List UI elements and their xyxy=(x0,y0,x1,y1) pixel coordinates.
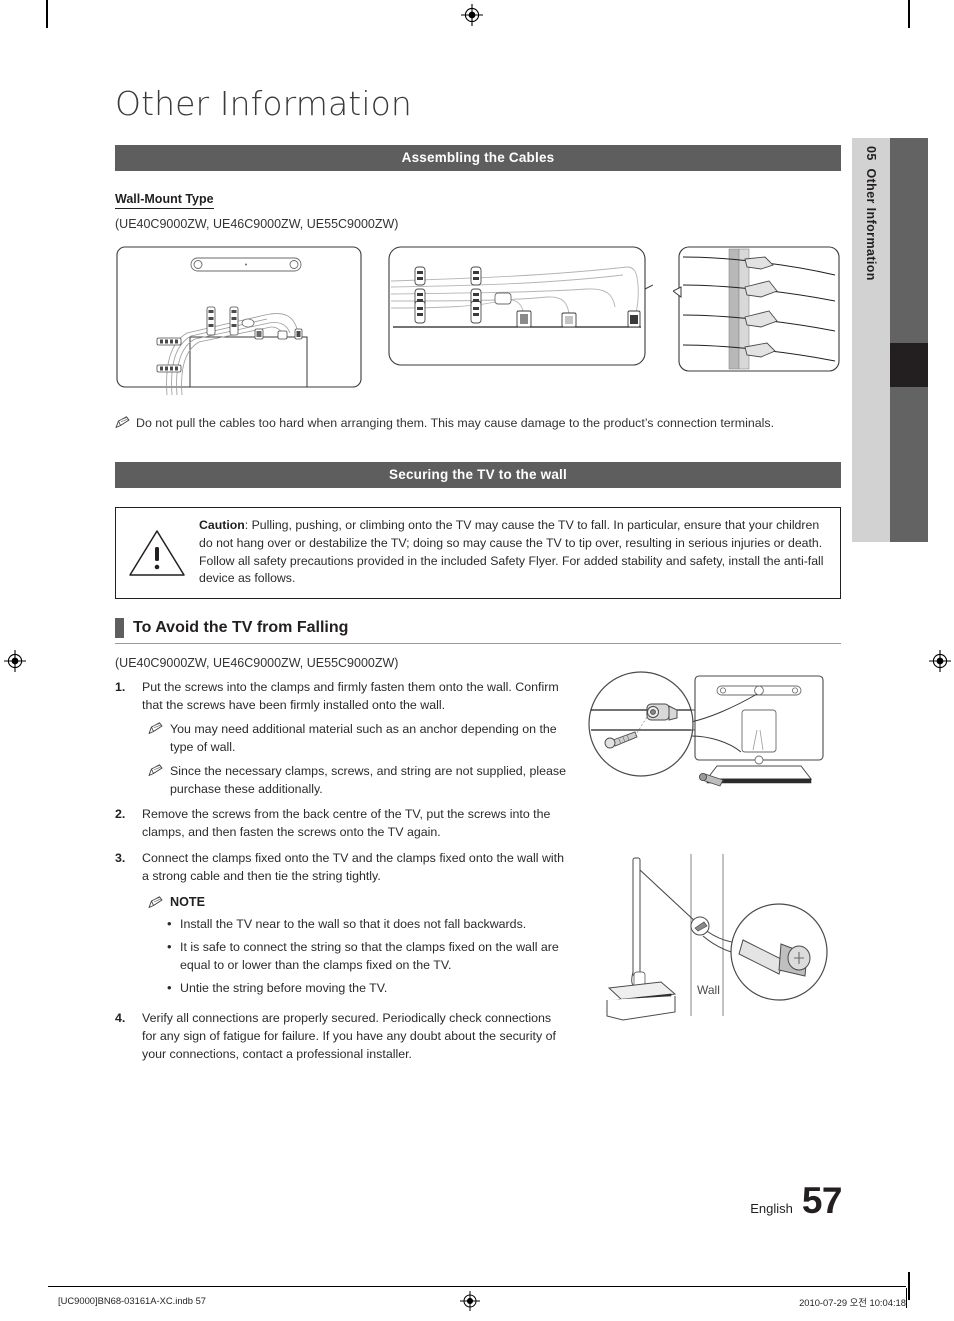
note-heading: NOTE xyxy=(142,893,567,911)
figure-clip-closeup xyxy=(673,245,843,375)
step-text: Connect the clamps fixed onto the TV and… xyxy=(142,851,564,884)
manual-page: 05 Other Information Other Information A… xyxy=(0,0,954,1321)
caution-box: Caution: Pulling, pushing, or climbing o… xyxy=(115,506,841,600)
crop-mark-bottom-right xyxy=(908,1272,910,1300)
pencil-note-icon xyxy=(115,416,130,428)
note-bullet: Untie the string before moving the TV. xyxy=(167,979,567,998)
crop-mark-footer-right xyxy=(906,1288,908,1308)
section-heading-avoid-falling: To Avoid the TV from Falling xyxy=(115,618,841,645)
chapter-side-block xyxy=(890,138,928,542)
pencil-note-icon xyxy=(148,764,163,776)
step-number: 4. xyxy=(115,1011,126,1026)
footer-rule xyxy=(48,1286,906,1287)
step-item: 1. Put the screws into the clamps and fi… xyxy=(115,679,567,798)
chapter-number: 05 xyxy=(864,146,878,161)
caution-label: Caution xyxy=(199,517,245,532)
cables-note-text: Do not pull the cables too hard when arr… xyxy=(136,416,775,430)
note-bullet-list: Install the TV near to the wall so that … xyxy=(142,915,567,998)
step-item: 3. Connect the clamps fixed onto the TV … xyxy=(115,850,567,1002)
caution-body: : Pulling, pushing, or climbing onto the… xyxy=(199,517,824,586)
footer-timestamp: 2010-07-29 오전 10:04:18 xyxy=(799,1297,906,1308)
crop-mark-top-left xyxy=(46,0,48,28)
step-number: 1. xyxy=(115,680,126,695)
note-bullet: Install the TV near to the wall so that … xyxy=(167,915,567,934)
page-content: Other Information Assembling the Cables … xyxy=(115,84,841,1072)
illustrations-column: Wall xyxy=(583,656,841,1072)
figure-cable-clips-rail xyxy=(387,245,653,375)
section-bar-assembling-cables: Assembling the Cables xyxy=(115,145,841,171)
language-label: English xyxy=(750,1201,793,1216)
note-bullet: It is safe to connect the string so that… xyxy=(167,938,567,975)
registration-mark-right xyxy=(929,650,951,672)
caution-text: Caution: Pulling, pushing, or climbing o… xyxy=(199,517,826,588)
step-number: 2. xyxy=(115,807,126,822)
registration-mark-left xyxy=(4,650,26,672)
page-number-block: English 57 xyxy=(600,1182,842,1219)
step-item: 2. Remove the screws from the back centr… xyxy=(115,806,567,842)
cable-assembly-figures xyxy=(115,245,841,395)
step-number: 3. xyxy=(115,851,126,866)
figure-tv-clamp-detail xyxy=(588,671,824,787)
steps-column: (UE40C9000ZW, UE46C9000ZW, UE55C9000ZW) … xyxy=(115,656,567,1072)
page-number: 57 xyxy=(801,1180,843,1221)
steps-list: 1. Put the screws into the clamps and fi… xyxy=(115,679,567,1064)
pencil-note-icon xyxy=(148,896,163,908)
page-title: Other Information xyxy=(115,84,412,123)
chapter-side-tab-label: 05 Other Information xyxy=(864,146,878,281)
chapter-side-tab: 05 Other Information xyxy=(852,138,890,542)
chapter-name: Other Information xyxy=(864,168,878,281)
section-heading-text: To Avoid the TV from Falling xyxy=(133,619,349,637)
crop-mark-top-right xyxy=(908,0,910,28)
registration-mark-footer xyxy=(460,1291,480,1311)
step-text: Put the screws into the clamps and firml… xyxy=(142,680,559,713)
step-subnote: You may need additional material such as… xyxy=(142,721,567,757)
step-subnote-text: Since the necessary clamps, screws, and … xyxy=(170,763,567,796)
wall-mount-models: (UE40C9000ZW, UE46C9000ZW, UE55C9000ZW) xyxy=(115,217,399,231)
wall-label: Wall xyxy=(697,983,720,997)
step-text: Remove the screws from the back centre o… xyxy=(142,807,551,840)
pencil-note-icon xyxy=(148,722,163,734)
note-label: NOTE xyxy=(170,894,205,909)
footer-file-name: [UC9000]BN68-03161A-XC.indb 57 xyxy=(58,1295,207,1306)
registration-mark-top xyxy=(461,4,483,26)
step-body: Connect the clamps fixed onto the TV and… xyxy=(142,850,567,1002)
wall-mount-type-subheading: Wall-Mount Type xyxy=(115,192,214,209)
warning-triangle-icon xyxy=(129,529,185,576)
step-subnote-text: You may need additional material such as… xyxy=(170,722,557,754)
steps-and-illustrations: (UE40C9000ZW, UE46C9000ZW, UE55C9000ZW) … xyxy=(115,656,841,1072)
chapter-side-block-active xyxy=(890,343,928,387)
heading-accent-bar xyxy=(115,618,124,639)
section-bar-securing-tv: Securing the TV to the wall xyxy=(115,461,841,488)
avoid-falling-models: (UE40C9000ZW, UE46C9000ZW, UE55C9000ZW) xyxy=(115,656,399,671)
step-subnote: Since the necessary clamps, screws, and … xyxy=(142,763,567,799)
figure-wall-string-detail: Wall xyxy=(606,854,828,1021)
step-body: Put the screws into the clamps and firml… xyxy=(142,679,567,798)
figure-tv-back-panel xyxy=(115,245,367,395)
cables-note: Do not pull the cables too hard when arr… xyxy=(115,415,841,433)
step-item: 4. Verify all connections are properly s… xyxy=(115,1010,567,1064)
step-text: Verify all connections are properly secu… xyxy=(142,1011,556,1062)
